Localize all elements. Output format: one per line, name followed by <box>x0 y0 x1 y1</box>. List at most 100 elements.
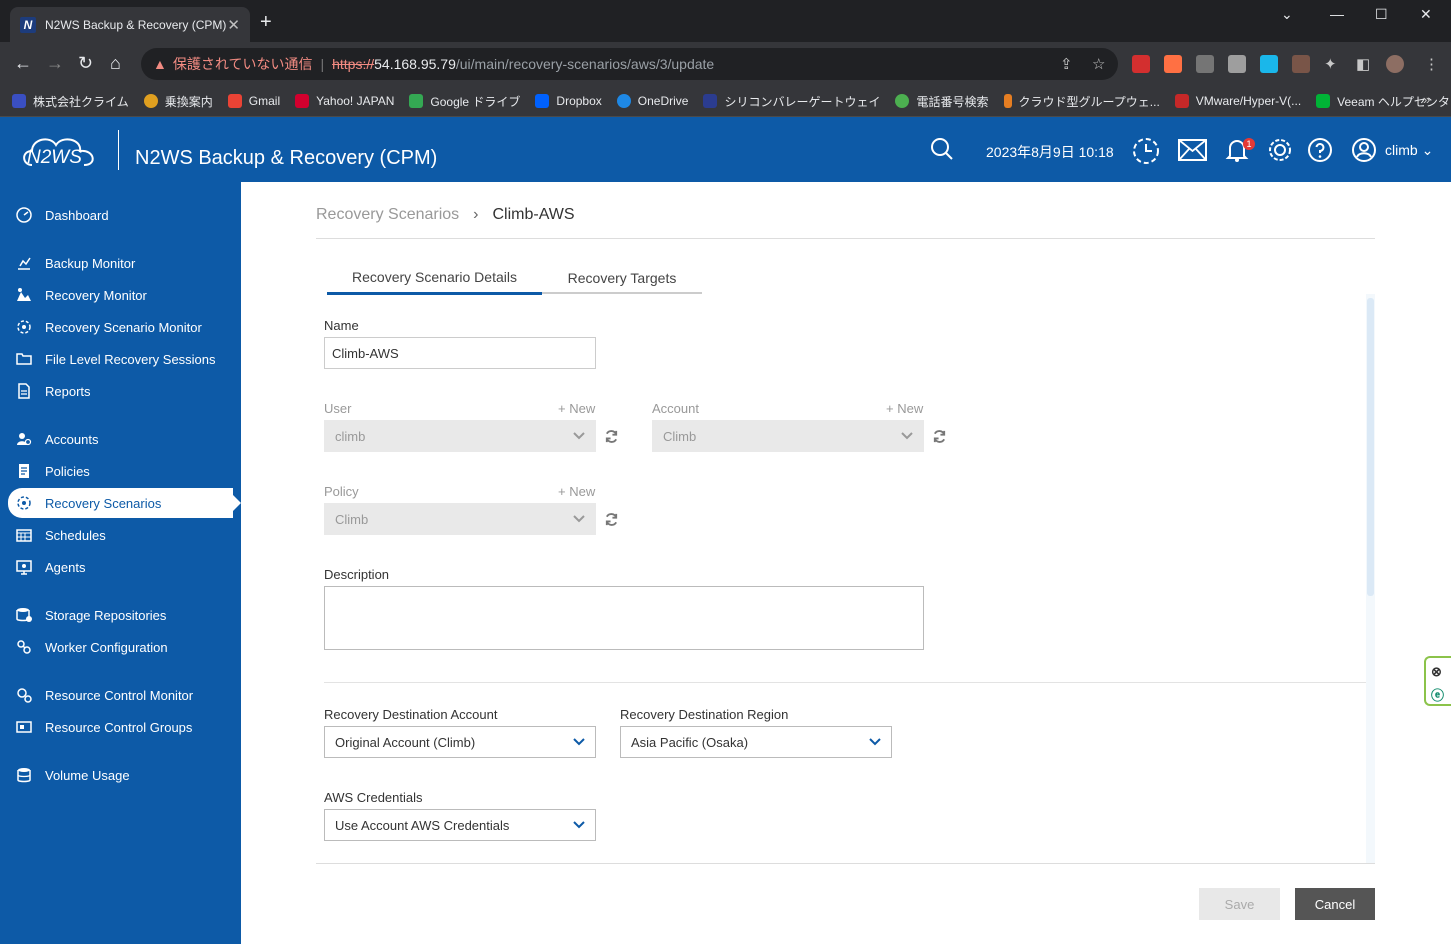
window-close-icon[interactable]: ✕ <box>1420 6 1432 23</box>
bookmark-label: Dropbox <box>556 94 602 108</box>
policy-select[interactable]: Climb <box>324 503 596 535</box>
bookmarks-overflow-icon[interactable]: » <box>1423 92 1430 107</box>
breadcrumb-parent-link[interactable]: Recovery Scenarios <box>316 206 459 223</box>
help-icon[interactable] <box>1307 137 1333 163</box>
breadcrumb-current: Climb-AWS <box>492 206 575 223</box>
bookmark[interactable]: VMware/Hyper-V(... <box>1174 94 1301 108</box>
sidebar-item-recovery-scenario-monitor[interactable]: Recovery Scenario Monitor <box>0 312 241 342</box>
tab-favicon: N <box>20 16 36 33</box>
bookmark[interactable]: OneDrive <box>616 94 688 108</box>
bookmark[interactable]: Veeam ヘルプセンター... <box>1316 93 1451 110</box>
new-user-link[interactable]: + New <box>558 401 595 416</box>
extension-icon[interactable] <box>1228 55 1246 73</box>
refresh-policy-icon[interactable] <box>604 512 619 527</box>
tab-search-icon[interactable]: ⌄ <box>1281 6 1293 23</box>
bookmark[interactable]: クラウド型グループウェ... <box>1003 93 1160 110</box>
dest-region-select[interactable]: Asia Pacific (Osaka) <box>620 726 892 758</box>
agent-icon <box>16 559 32 575</box>
yahoo-icon <box>295 94 310 108</box>
sidebar-item-policies[interactable]: Policies <box>0 456 241 486</box>
address-bar[interactable]: ▲ 保護されていない通信 | https:// 54.168.95.79 /ui… <box>141 48 1118 80</box>
dropbox-icon <box>535 94 550 108</box>
sidebar-item-volume-usage[interactable]: Volume Usage <box>0 760 241 790</box>
vimeo-extension-icon[interactable] <box>1260 55 1278 73</box>
tab-recovery-scenario-details[interactable]: Recovery Scenario Details <box>327 262 542 295</box>
bookmark[interactable]: Gmail <box>227 94 280 108</box>
tab-recovery-targets[interactable]: Recovery Targets <box>542 262 702 294</box>
extension-icon[interactable] <box>1292 55 1310 73</box>
save-button[interactable]: Save <box>1199 888 1280 920</box>
bookmark-label: 電話番号検索 <box>916 94 989 109</box>
refresh-user-icon[interactable] <box>604 429 619 444</box>
bookmark[interactable]: Google ドライブ <box>409 93 520 110</box>
sidebar-item-reports[interactable]: Reports <box>0 376 241 406</box>
cancel-button[interactable]: Cancel <box>1295 888 1375 920</box>
new-policy-link[interactable]: + New <box>558 484 595 499</box>
search-icon[interactable] <box>930 137 954 161</box>
sidebar-item-storage-repositories[interactable]: Storage Repositories <box>0 600 241 630</box>
scrollbar-thumb[interactable] <box>1367 298 1374 596</box>
bookmark[interactable]: Dropbox <box>535 94 602 108</box>
reload-icon[interactable]: ↻ <box>78 52 93 74</box>
aws-credentials-select[interactable]: Use Account AWS Credentials <box>324 809 596 841</box>
clock-icon[interactable] <box>1132 137 1160 165</box>
sidebar-item-worker-configuration[interactable]: Worker Configuration <box>0 632 241 662</box>
bookmark-star-icon[interactable]: ☆ <box>1092 55 1105 73</box>
sidebar-item-resource-control-groups[interactable]: Resource Control Groups <box>0 712 241 742</box>
new-tab-icon[interactable]: + <box>260 12 272 32</box>
sidebar-item-backup-monitor[interactable]: Backup Monitor <box>0 248 241 278</box>
extension-icon[interactable] <box>1132 55 1150 73</box>
description-textarea[interactable] <box>324 586 924 650</box>
sidebar-item-schedules[interactable]: Schedules <box>0 520 241 550</box>
sidebar-item-resource-control-monitor[interactable]: Resource Control Monitor <box>0 680 241 710</box>
close-circle-icon[interactable]: ⊗ <box>1431 664 1442 680</box>
kebab-menu-icon[interactable]: ⋮ <box>1424 55 1439 73</box>
back-icon[interactable]: ← <box>14 52 32 74</box>
sidebar-item-label: Volume Usage <box>45 767 130 783</box>
user-avatar-icon[interactable] <box>1351 137 1377 163</box>
close-tab-icon[interactable]: ✕ <box>227 16 240 34</box>
dashboard-icon <box>16 207 32 223</box>
user-menu[interactable]: climb ⌄ <box>1385 142 1433 159</box>
bookmark[interactable]: 乗換案内 <box>143 93 213 110</box>
sidebar-item-recovery-monitor[interactable]: Recovery Monitor <box>0 280 241 310</box>
refresh-account-icon[interactable] <box>932 429 947 444</box>
url-scheme: https:// <box>332 56 375 72</box>
logo-text: N2WS <box>27 147 82 168</box>
sidebar: Dashboard Backup Monitor Recovery Monito… <box>0 182 241 944</box>
minimize-icon[interactable]: — <box>1330 6 1344 22</box>
new-account-link[interactable]: + New <box>886 401 923 416</box>
gear-icon[interactable] <box>1267 137 1293 163</box>
extension-icon[interactable] <box>1164 55 1182 73</box>
policies-icon <box>16 463 32 479</box>
user-select[interactable]: climb <box>324 420 596 452</box>
sidebar-item-label: Schedules <box>45 527 106 543</box>
bookmark-label: Veeam ヘルプセンター... <box>1337 94 1451 109</box>
forward-icon[interactable]: → <box>46 52 64 74</box>
bookmark[interactable]: 株式会社クライム <box>12 93 129 110</box>
sidebar-item-dashboard[interactable]: Dashboard <box>0 200 241 230</box>
bookmark[interactable]: シリコンバレーゲートウェイ <box>703 93 880 110</box>
bookmark[interactable]: 電話番号検索 <box>895 93 989 110</box>
name-input[interactable]: Climb-AWS <box>324 337 596 369</box>
name-label: Name <box>324 318 359 333</box>
profile-avatar[interactable] <box>1386 55 1404 73</box>
sidebar-item-file-level-recovery[interactable]: File Level Recovery Sessions <box>0 344 241 374</box>
puzzle-icon[interactable]: ✦ <box>1324 55 1337 73</box>
extension-e-icon[interactable]: ⓔ <box>1431 685 1444 704</box>
dest-account-select[interactable]: Original Account (Climb) <box>324 726 596 758</box>
url-separator: | <box>320 56 325 72</box>
bookmark[interactable]: Yahoo! JAPAN <box>295 94 394 108</box>
browser-tab[interactable]: N N2WS Backup & Recovery (CPM) ✕ <box>10 7 250 42</box>
share-icon[interactable]: ⇪ <box>1060 55 1073 73</box>
camera-extension-icon[interactable] <box>1196 55 1214 73</box>
maximize-icon[interactable]: ☐ <box>1375 6 1388 23</box>
mail-icon[interactable] <box>1178 139 1207 161</box>
home-icon[interactable]: ⌂ <box>110 52 121 74</box>
sidepanel-icon[interactable]: ◧ <box>1356 55 1370 73</box>
account-select[interactable]: Climb <box>652 420 924 452</box>
sidebar-item-recovery-scenarios[interactable]: Recovery Scenarios <box>8 488 241 518</box>
sidebar-item-agents[interactable]: Agents <box>0 552 241 582</box>
bookmark-icon <box>143 94 158 108</box>
sidebar-item-accounts[interactable]: Accounts <box>0 424 241 454</box>
